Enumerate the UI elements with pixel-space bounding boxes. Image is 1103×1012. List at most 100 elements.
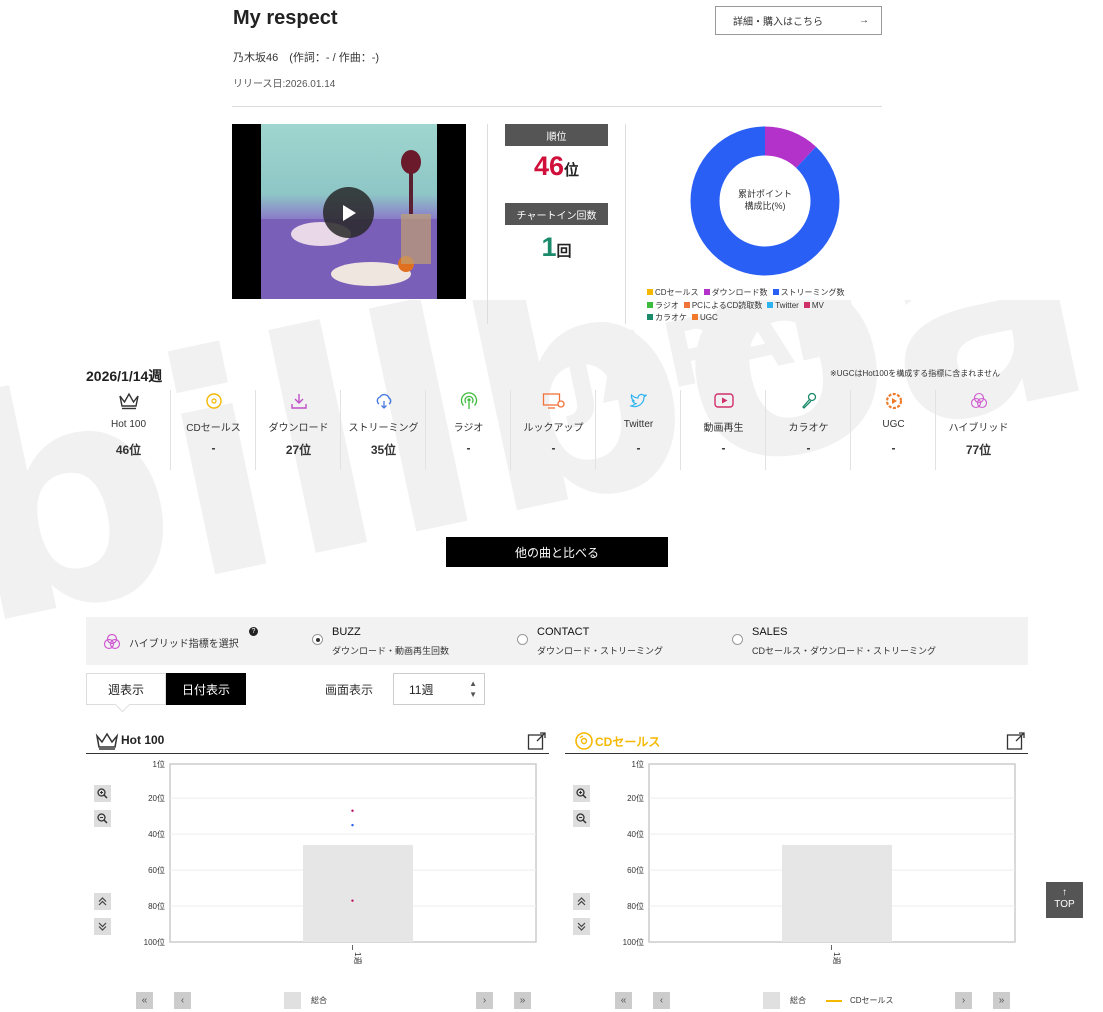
first-page-icon[interactable]: « (136, 992, 153, 1009)
metric-video: 動画再生 - (681, 390, 766, 470)
help-icon[interactable]: ? (249, 627, 258, 636)
metric-value: - (806, 441, 811, 455)
arrow-up-icon: ↑ (1062, 887, 1067, 898)
crown-icon (86, 392, 171, 412)
radio-circle[interactable] (312, 634, 323, 645)
legend-swatch (683, 301, 690, 308)
arrow-right-icon: → (859, 15, 869, 26)
scroll-up-icon[interactable] (94, 893, 111, 910)
metric-label: カラオケ (788, 423, 829, 434)
radio-title: CONTACT (537, 626, 590, 638)
display-weeks-select[interactable]: 11週 ▲ ▼ (393, 673, 485, 705)
legend-swatch (692, 314, 698, 320)
metric-crown: Hot 100 46位 (86, 390, 171, 470)
hybrid-selector: ハイブリッド指標を選択 ? BUZZ ダウンロード・動画再生回数 CONTACT… (86, 617, 1028, 665)
chartin-value: 1回 (505, 232, 608, 263)
last-page-icon[interactable]: » (514, 992, 531, 1009)
play-icon[interactable] (323, 187, 374, 238)
chart-legend: 総合 (284, 992, 327, 1009)
divider (625, 124, 626, 324)
video-icon (681, 392, 766, 412)
metric-streaming: ストリーミング 35位 (341, 390, 426, 470)
legend-swatch (284, 992, 301, 1009)
expand-icon[interactable] (527, 731, 547, 751)
zoom-out-icon[interactable] (573, 810, 590, 827)
data-point (351, 809, 354, 812)
legend-swatch (703, 289, 710, 295)
legend-item: UGC (692, 312, 718, 325)
stepper-arrows-icon[interactable]: ▲ ▼ (469, 678, 477, 700)
zoom-out-icon[interactable] (94, 810, 111, 827)
metric-label: Twitter (623, 419, 654, 430)
legend-swatch (763, 992, 780, 1009)
compare-button[interactable]: 他の曲と比べる (446, 537, 668, 567)
first-page-icon[interactable]: « (615, 992, 632, 1009)
legend-label: CDセールス (655, 288, 699, 297)
metric-value: - (551, 441, 556, 455)
prev-page-icon[interactable]: ‹ (653, 992, 670, 1009)
back-to-top-button[interactable]: ↑ TOP (1046, 882, 1083, 918)
last-page-icon[interactable]: » (993, 992, 1010, 1009)
top-label: TOP (1054, 899, 1075, 910)
rank-number: 46 (533, 151, 565, 181)
legend-item: ラジオ (647, 300, 679, 313)
y-tick-label: 60位 (627, 865, 644, 875)
tab-weekly[interactable]: 週表示 (86, 673, 166, 705)
next-page-icon[interactable]: › (476, 992, 493, 1009)
song-title: My respect (233, 7, 338, 29)
metric-cd: CDセールス - (171, 390, 256, 470)
legend-swatch (772, 289, 779, 295)
legend-total-label: 総合 (790, 996, 806, 1005)
chartin-number: 1 (541, 232, 557, 262)
zoom-in-icon[interactable] (573, 785, 590, 802)
metric-value: 77位 (965, 443, 992, 457)
metric-value: - (636, 441, 641, 455)
week-label: 2026/1/14週 (86, 368, 163, 384)
video-player[interactable] (232, 124, 466, 299)
zoom-in-icon[interactable] (94, 785, 111, 802)
metric-label: ルックアップ (523, 423, 584, 434)
legend-item: ストリーミング数 (772, 287, 845, 300)
metrics-row: Hot 100 46位 CDセールス - ダウンロード 27位 ストリーミング 35位 ラジオ -… (86, 390, 1021, 470)
donut-center-label: 累計ポイント 構成比(%) (726, 188, 804, 212)
legend-item: カラオケ (647, 312, 687, 325)
radio-sub: CDセールス・ダウンロード・ストリーミング (752, 646, 937, 656)
display-label: 画面表示 (325, 683, 374, 697)
metric-mic: カラオケ - (766, 390, 851, 470)
hybrid-icon (936, 392, 1021, 412)
cd-sales-plot: 1位 20位 40位 60位 80位 100位 1週 (623, 759, 1016, 964)
divider (232, 106, 882, 107)
chart-legend: 総合 CDセールス (763, 992, 894, 1009)
next-page-icon[interactable]: › (955, 992, 972, 1009)
rank-value: 46位 (505, 151, 608, 182)
data-point (351, 899, 354, 902)
radio-sub: ダウンロード・動画再生回数 (332, 646, 450, 656)
y-tick-label: 20位 (148, 793, 165, 803)
scroll-down-icon[interactable] (573, 918, 590, 935)
radio-circle[interactable] (732, 634, 743, 645)
rank-unit: 位 (564, 162, 580, 179)
metric-value: - (211, 441, 216, 455)
radio-circle[interactable] (517, 634, 528, 645)
y-tick-label: 1位 (632, 759, 644, 769)
hot100-plot: 1位 20位 40位 60位 80位 100位 1週 (144, 759, 537, 964)
y-tick-label: 100位 (623, 937, 644, 947)
hybrid-title-text: ハイブリッド指標を選択 (129, 638, 239, 650)
metric-value: - (721, 441, 726, 455)
legend-item: Twitter (767, 300, 799, 313)
divider (487, 124, 488, 324)
buy-details-button[interactable]: 詳細・購入はこちら → (715, 6, 882, 35)
tab-daily[interactable]: 日付表示 (166, 673, 246, 705)
legend-swatch (647, 289, 653, 295)
prev-page-icon[interactable]: ‹ (174, 992, 191, 1009)
radio-sub: ダウンロード・ストリーミング (537, 646, 664, 656)
metric-twitter: Twitter - (596, 390, 681, 470)
scroll-up-icon[interactable] (573, 893, 590, 910)
legend-item: MV (803, 300, 824, 313)
metric-value: 46位 (115, 443, 142, 457)
metric-label: CDセールス (186, 423, 241, 434)
expand-icon[interactable] (1006, 731, 1026, 751)
scroll-down-icon[interactable] (94, 918, 111, 935)
y-tick-label: 100位 (144, 937, 165, 947)
y-tick-label: 80位 (148, 901, 165, 911)
